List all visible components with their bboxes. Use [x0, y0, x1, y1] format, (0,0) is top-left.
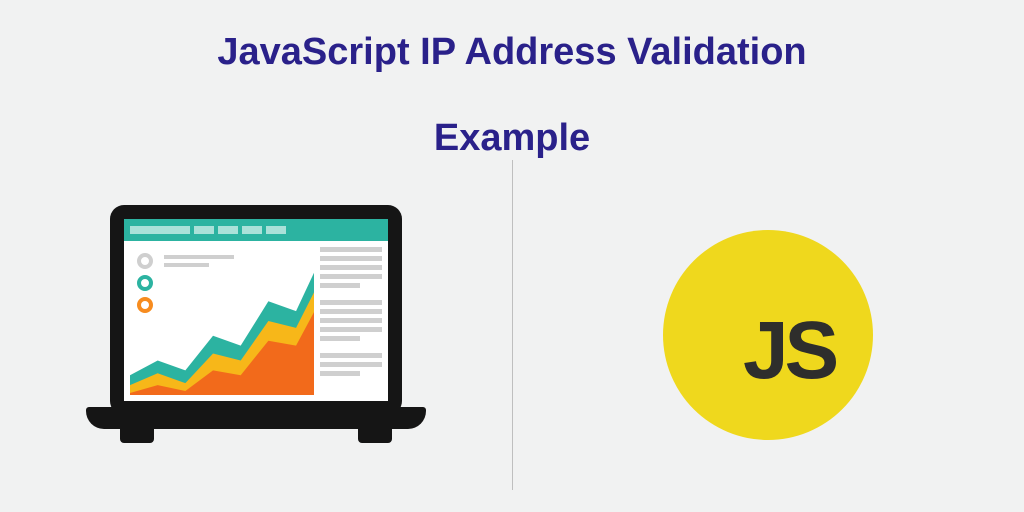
right-panel: JS	[513, 180, 1024, 490]
screen-body	[124, 241, 388, 401]
laptop-frame	[110, 205, 402, 415]
screen-right-column	[320, 247, 382, 395]
laptop-screen	[124, 219, 388, 401]
text-line	[320, 371, 360, 376]
text-line	[320, 265, 382, 270]
header-bar	[130, 226, 190, 234]
header-bar	[194, 226, 214, 234]
laptop-foot	[358, 427, 392, 443]
header-bar	[218, 226, 238, 234]
laptop-illustration	[86, 205, 426, 465]
content-row: JS	[0, 180, 1024, 490]
text-line	[320, 353, 382, 358]
laptop-foot	[120, 427, 154, 443]
page-title-line1: JavaScript IP Address Validation	[0, 0, 1024, 77]
javascript-logo-icon: JS	[663, 230, 873, 440]
screen-header	[124, 219, 388, 241]
text-line	[320, 300, 382, 305]
text-line	[320, 247, 382, 252]
text-line	[320, 336, 360, 341]
left-panel	[0, 180, 512, 490]
text-line	[320, 327, 382, 332]
laptop-base	[86, 407, 426, 429]
page-title-line2: Example	[0, 77, 1024, 160]
text-line	[320, 309, 382, 314]
header-bar	[266, 226, 286, 234]
header-bar	[242, 226, 262, 234]
text-line	[320, 283, 360, 288]
text-line	[320, 362, 382, 367]
js-logo-text: JS	[743, 304, 835, 398]
screen-chart-area	[130, 247, 315, 395]
area-chart-icon	[130, 247, 315, 395]
text-line	[320, 256, 382, 261]
text-line	[320, 318, 382, 323]
text-line	[320, 274, 382, 279]
